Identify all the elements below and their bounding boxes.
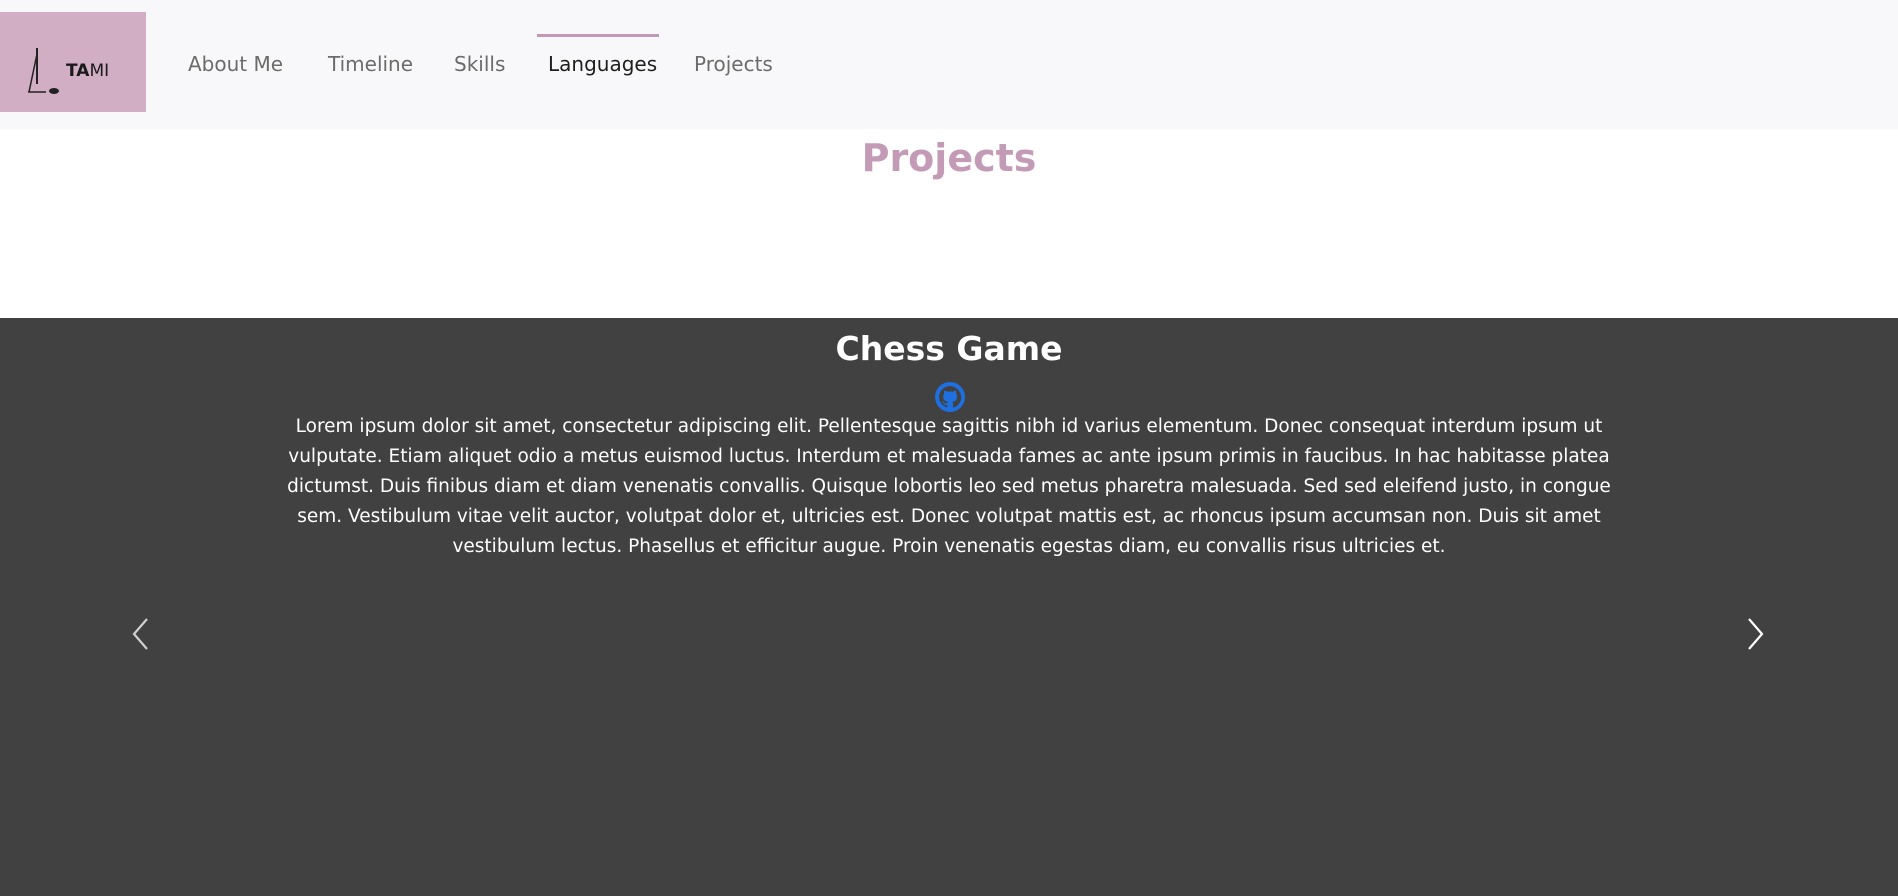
logo-figure-icon: [28, 48, 59, 94]
logo-text: TAMI: [66, 61, 110, 81]
nav-languages[interactable]: Languages: [548, 52, 657, 76]
nav-projects[interactable]: Projects: [694, 52, 773, 76]
nav-timeline[interactable]: Timeline: [328, 52, 413, 76]
carousel-next-button[interactable]: [1742, 614, 1768, 654]
chevron-right-icon: [1748, 618, 1764, 650]
nav-about-me[interactable]: About Me: [188, 52, 283, 76]
github-icon: [935, 382, 965, 412]
slide-title: Chess Game: [835, 329, 1063, 368]
slide-description: Lorem ipsum dolor sit amet, consectetur …: [287, 416, 1611, 557]
active-nav-indicator: [537, 34, 659, 37]
chevron-left-icon: [132, 618, 148, 650]
github-link[interactable]: [935, 382, 965, 412]
section-title: Projects: [861, 136, 1037, 180]
navbar: TAMI About Me Timeline Skills Languages …: [0, 0, 1898, 129]
brand-logo[interactable]: TAMI: [0, 12, 146, 112]
nav-skills[interactable]: Skills: [454, 52, 505, 76]
carousel-prev-button[interactable]: [128, 614, 154, 654]
